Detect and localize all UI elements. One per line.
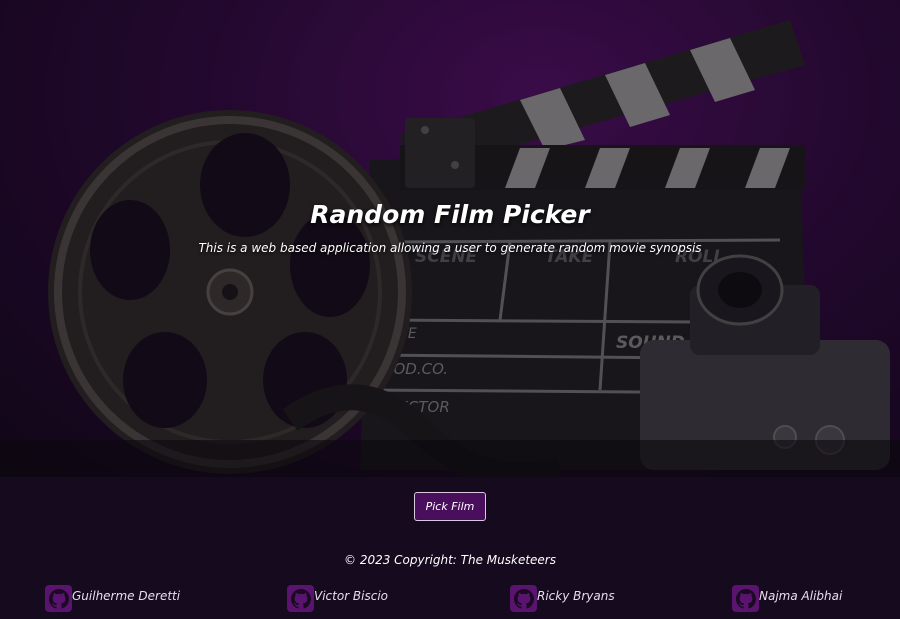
hero-banner: SCENE TAKE ROLL DATE SOUND PROD.CO. DIRE… <box>0 0 900 477</box>
member-link-najma[interactable]: Najma Alibhai <box>732 585 842 612</box>
member-name: Ricky Bryans <box>537 588 615 603</box>
github-icon <box>45 585 72 612</box>
page-title: Random Film Picker <box>310 200 590 229</box>
page-subtitle: This is a web based application allowing… <box>198 241 702 255</box>
hero-overlay <box>0 0 900 477</box>
member-name: Guilherme Deretti <box>72 588 181 603</box>
member-name: Najma Alibhai <box>759 588 843 603</box>
github-icon <box>287 585 314 612</box>
member-link-guilherme[interactable]: Guilherme Deretti <box>45 585 180 612</box>
member-link-victor[interactable]: Victor Biscio <box>287 585 388 612</box>
github-icon <box>510 585 537 612</box>
github-icon <box>732 585 759 612</box>
member-link-ricky[interactable]: Ricky Bryans <box>510 585 615 612</box>
pick-film-button[interactable]: Pick Film <box>414 492 486 521</box>
copyright-text: © 2023 Copyright: The Musketeers <box>344 553 556 567</box>
member-name: Victor Biscio <box>314 588 389 603</box>
